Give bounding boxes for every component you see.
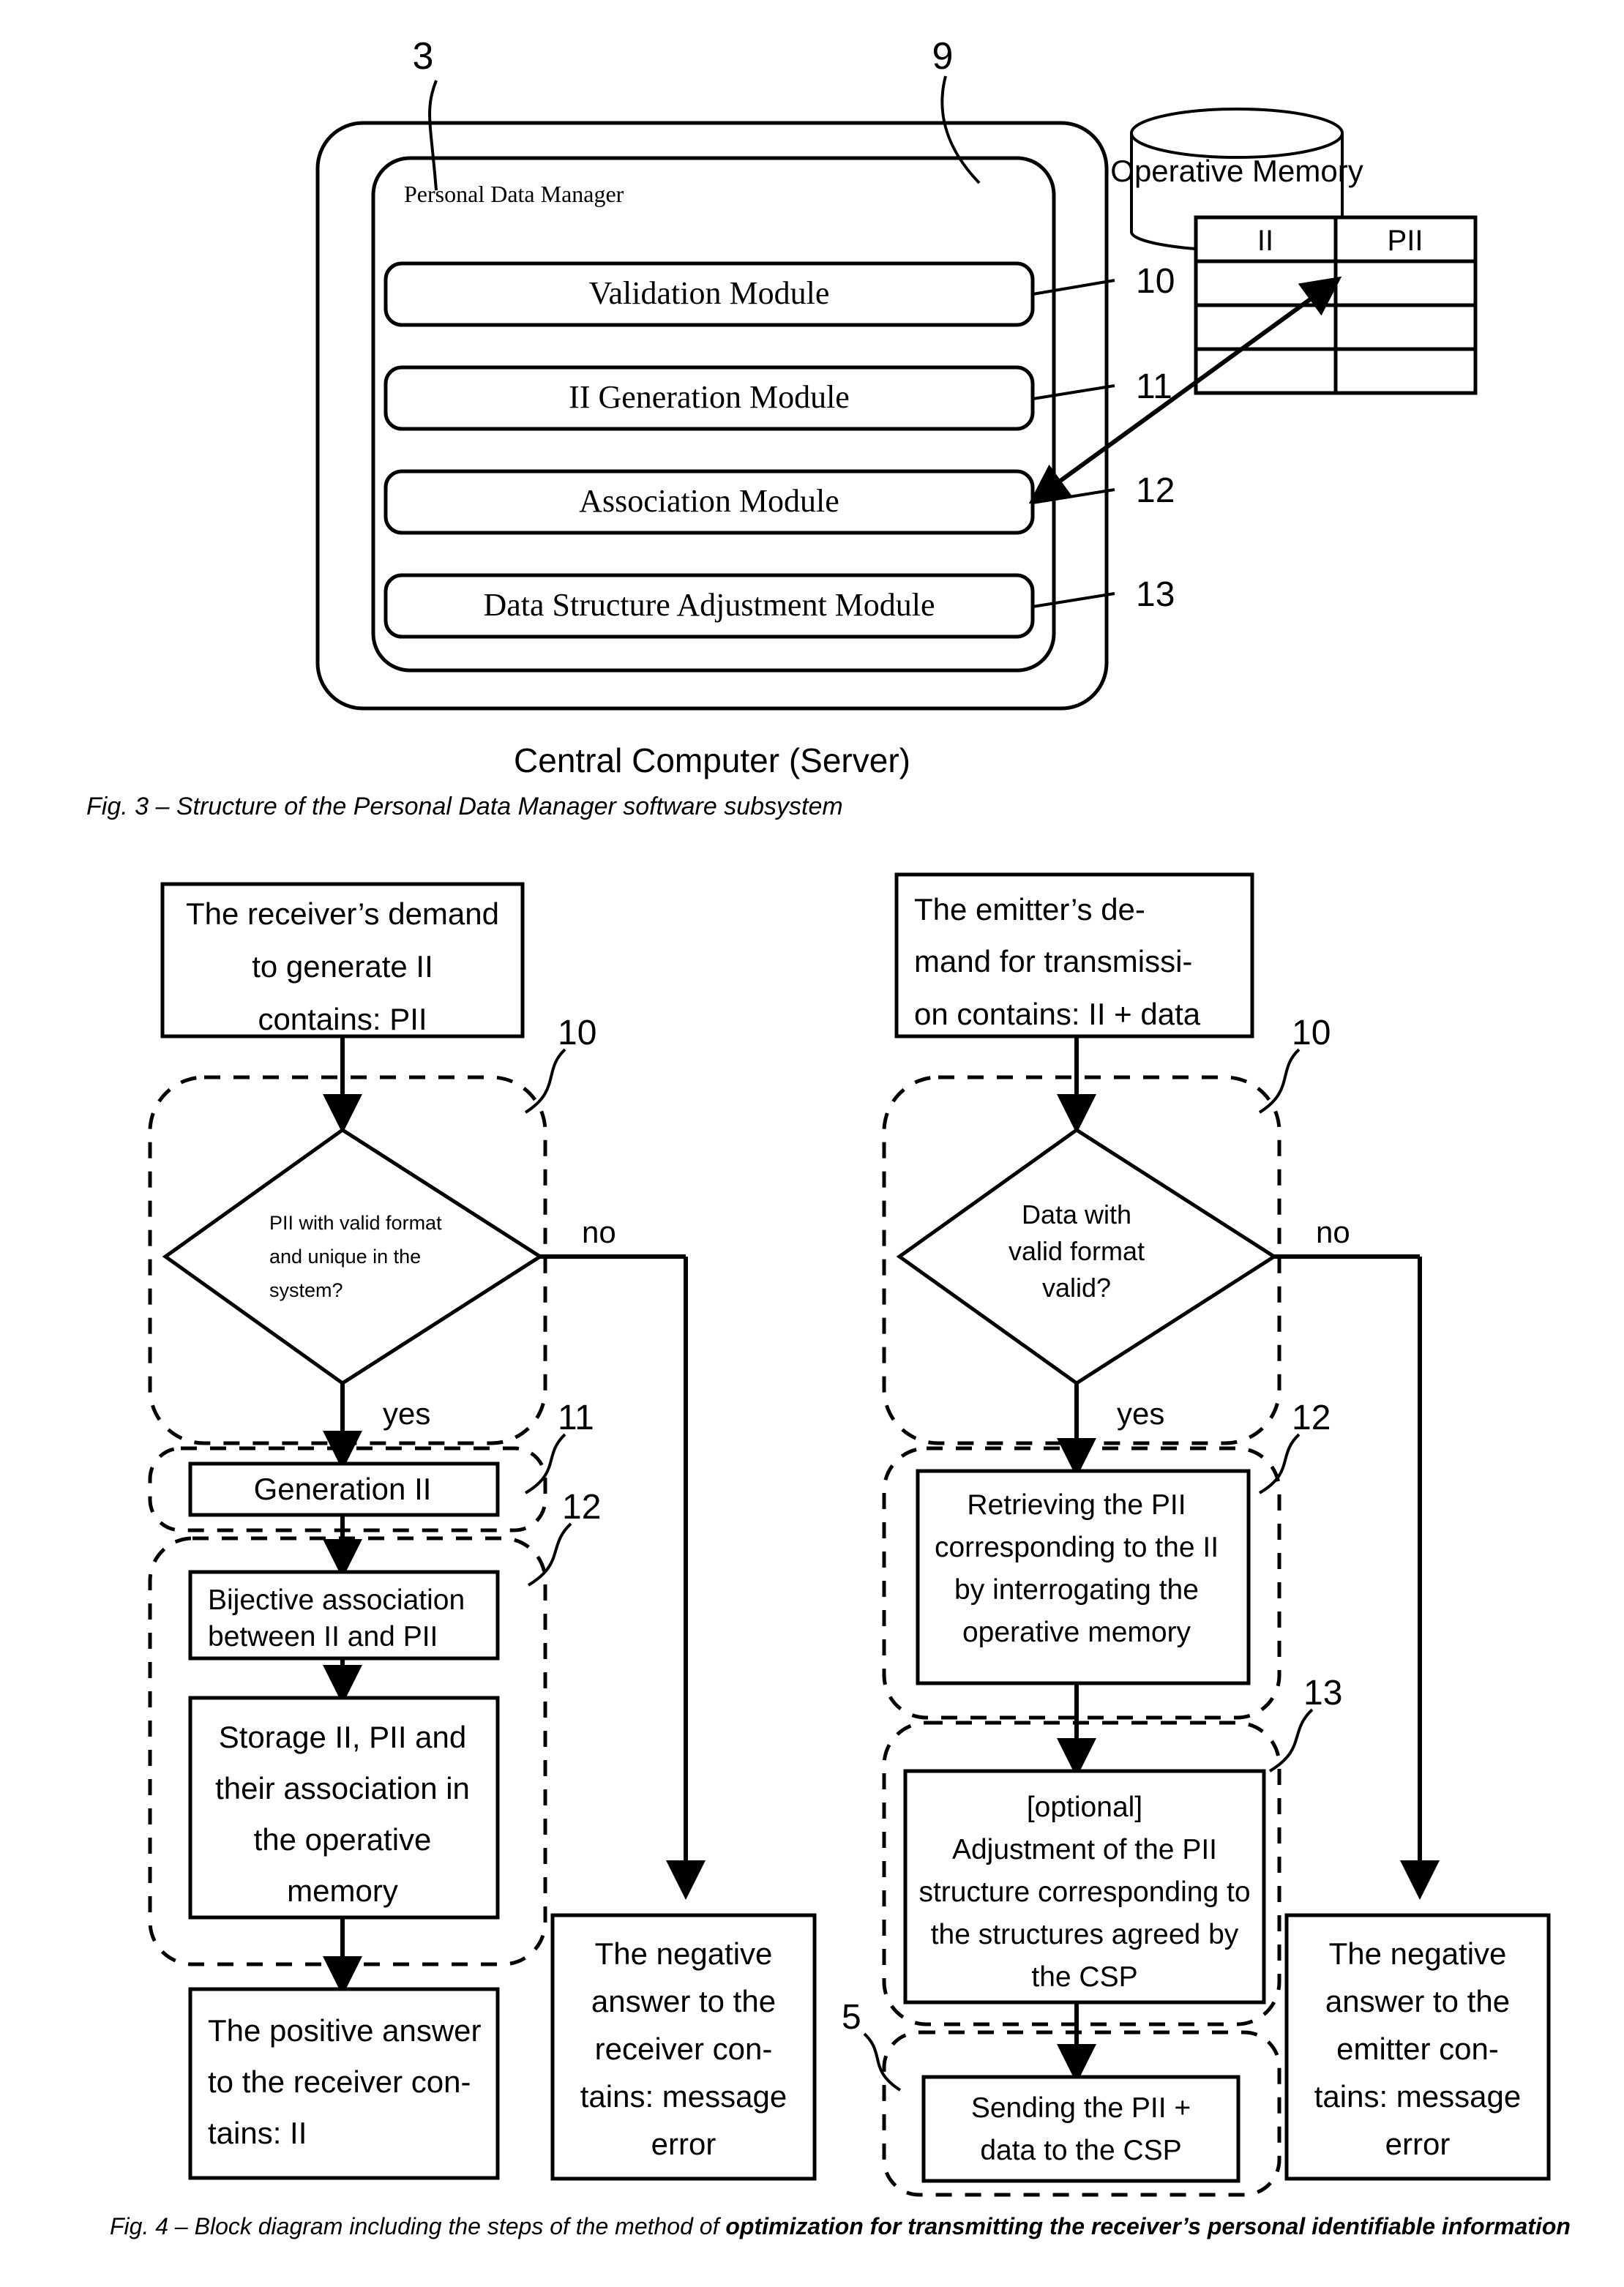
left-storage-line-3: the operative (254, 1822, 432, 1857)
ref-label-13: 13 (1136, 575, 1175, 614)
ref-label-10: 10 (1136, 262, 1175, 301)
right-negative-line-2: answer to the (1325, 1984, 1510, 2018)
right-retrieving-line-2: corresponding to the II (935, 1532, 1219, 1563)
figures-canvas: 3 9 Personal Data Manager Validation Mod… (0, 0, 1624, 2287)
left-positive-line-3: tains: II (208, 2116, 307, 2150)
operative-memory-table: II PII (1194, 215, 1478, 395)
ref-label-left-12: 12 (562, 1488, 601, 1527)
figure-3-caption: Fig. 3 – Structure of the Personal Data … (86, 793, 843, 820)
right-negative-line-4: tains: message (1314, 2079, 1521, 2114)
left-start-line-2: to generate II (252, 949, 433, 984)
right-adjustment-line-5: the CSP (1031, 1961, 1137, 1993)
left-branch-label-no: no (582, 1215, 616, 1249)
ref-label-right-12: 12 (1292, 1399, 1331, 1437)
patent-figure-page: 3 9 Personal Data Manager Validation Mod… (0, 0, 1624, 2287)
right-adjustment-line-1: [optional] (1027, 1792, 1142, 1823)
right-adjustment-line-3: structure corresponding to (918, 1876, 1250, 1908)
operative-memory-title: Operative Memory (1110, 154, 1363, 188)
ref-label-right-10: 10 (1292, 1014, 1331, 1052)
module-label-validation: Validation Module (589, 275, 830, 311)
left-decision-line-3: system? (269, 1279, 343, 1301)
left-branch-label-yes: yes (383, 1396, 430, 1431)
figure-4-caption-bold: optimization for transmitting the receiv… (725, 2213, 1571, 2239)
right-retrieving-line-4: operative memory (962, 1617, 1191, 1648)
left-decision-line-1: PII with valid format (269, 1212, 442, 1234)
left-negative-line-2: answer to the (591, 1984, 776, 2018)
central-computer-label: Central Computer (Server) (514, 741, 910, 779)
left-storage-line-2: their association in (215, 1771, 470, 1805)
right-start-line-1: The emitter’s de- (914, 892, 1145, 927)
right-negative-line-1: The negative (1329, 1936, 1507, 1971)
right-branch-label-yes: yes (1117, 1396, 1164, 1431)
right-negative-line-3: emitter con- (1336, 2032, 1499, 2066)
left-positive-line-2: to the receiver con- (208, 2065, 471, 2099)
left-start-line-3: contains: PII (258, 1002, 427, 1036)
right-retrieving-line-1: Retrieving the PII (967, 1489, 1186, 1521)
memory-column-header-pii: PII (1388, 225, 1423, 257)
module-label-data-structure-adjustment: Data Structure Adjustment Module (483, 587, 935, 623)
right-sending-line-2: data to the CSP (980, 2135, 1181, 2166)
module-label-association: Association Module (579, 483, 839, 519)
figure-4-caption: Fig. 4 – Block diagram including the ste… (110, 2213, 1571, 2239)
left-negative-line-1: The negative (595, 1936, 773, 1971)
ref-label-left-11: 11 (558, 1399, 594, 1437)
right-decision-line-2: valid format (1009, 1236, 1145, 1266)
left-association-line-1: Bijective association (208, 1584, 465, 1616)
left-generation-label: Generation II (254, 1472, 432, 1506)
ref-label-left-10: 10 (558, 1014, 596, 1052)
personal-data-manager-title: Personal Data Manager (404, 181, 624, 207)
right-decision-line-1: Data with (1022, 1199, 1131, 1229)
left-negative-line-3: receiver con- (595, 2032, 773, 2066)
left-decision-line-2: and unique in the (269, 1246, 421, 1268)
right-adjustment-line-4: the structures agreed by (931, 1919, 1239, 1950)
left-negative-line-5: error (651, 2127, 716, 2161)
left-start-line-1: The receiver’s demand (186, 897, 499, 931)
right-adjustment-line-2: Adjustment of the PII (952, 1834, 1217, 1865)
ref-label-11: 11 (1136, 367, 1172, 406)
right-retrieving-line-3: by interrogating the (954, 1574, 1199, 1606)
left-storage-line-1: Storage II, PII and (219, 1720, 467, 1754)
ref-label-inner: 9 (932, 35, 954, 78)
module-label-ii-generation: II Generation Module (569, 379, 850, 415)
memory-column-header-ii: II (1257, 225, 1273, 257)
ref-label-right-13: 13 (1303, 1674, 1342, 1713)
left-storage-line-4: memory (287, 1874, 398, 1908)
right-decision-line-3: valid? (1042, 1273, 1111, 1303)
right-branch-label-no: no (1316, 1215, 1350, 1249)
ref-label-right-5: 5 (842, 1998, 861, 2037)
right-negative-line-5: error (1385, 2127, 1451, 2161)
left-negative-line-4: tains: message (580, 2079, 787, 2114)
right-sending-line-1: Sending the PII + (971, 2092, 1191, 2124)
left-association-line-2: between II and PII (208, 1621, 438, 1652)
left-positive-line-1: The positive answer (208, 2013, 482, 2048)
ref-label-outer: 3 (413, 35, 434, 78)
right-start-line-3: on contains: II + data (914, 997, 1201, 1031)
right-start-line-2: mand for transmissi- (914, 944, 1192, 978)
figure-4-caption-plain: Fig. 4 – Block diagram including the ste… (110, 2213, 725, 2239)
ref-label-12: 12 (1136, 471, 1175, 510)
